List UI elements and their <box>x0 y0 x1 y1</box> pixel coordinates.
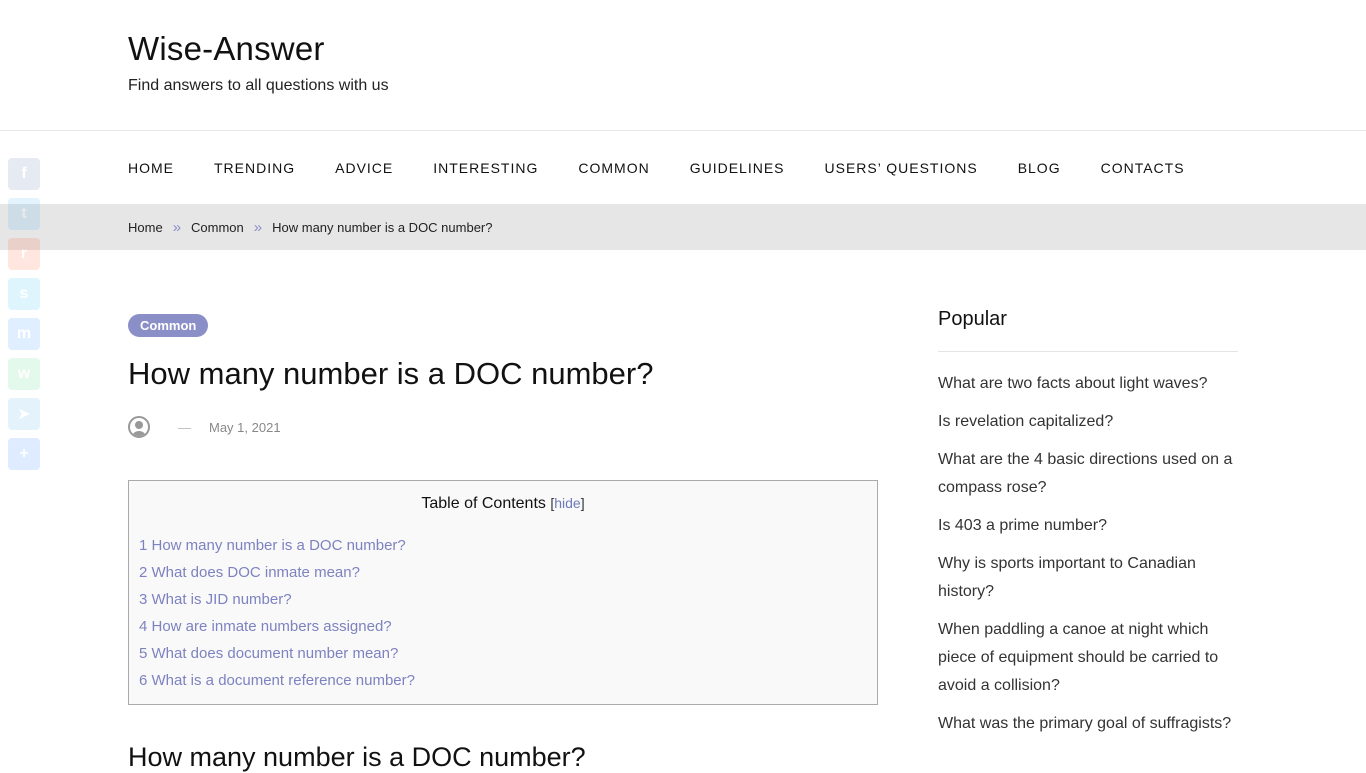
sidebar: Popular What are two facts about light w… <box>938 308 1238 748</box>
breadcrumb: Home » Common » How many number is a DOC… <box>128 204 492 250</box>
table-of-contents: Table of Contents [hide] 1 How many numb… <box>128 480 878 705</box>
reddit-icon[interactable]: r <box>8 238 40 270</box>
toc-hide-link[interactable]: hide <box>554 495 580 511</box>
toc-item[interactable]: 5 What does document number mean? <box>139 643 415 670</box>
site-header: Wise-Answer Find answers to all question… <box>0 0 1366 130</box>
nav-item-interesting[interactable]: INTERESTING <box>433 160 538 176</box>
nav-item-advice[interactable]: ADVICE <box>335 160 393 176</box>
section-heading: How many number is a DOC number? <box>128 742 586 772</box>
facebook-icon[interactable]: f <box>8 158 40 190</box>
toc-bracket-close: ] <box>580 495 585 511</box>
popular-item[interactable]: Is revelation capitalized? <box>938 408 1238 436</box>
site-title[interactable]: Wise-Answer <box>128 30 325 68</box>
nav-item-home[interactable]: HOME <box>128 160 174 176</box>
toc-item[interactable]: 1 How many number is a DOC number? <box>139 535 415 562</box>
whatsapp-icon[interactable]: w <box>8 358 40 390</box>
post-title: How many number is a DOC number? <box>128 356 654 391</box>
messenger-icon[interactable]: m <box>8 318 40 350</box>
nav-item-trending[interactable]: TRENDING <box>214 160 295 176</box>
nav-item-guidelines[interactable]: GUIDELINES <box>690 160 785 176</box>
post-date[interactable]: May 1, 2021 <box>209 420 281 435</box>
telegram-icon[interactable]: ➤ <box>8 398 40 430</box>
breadcrumb-bar: Home » Common » How many number is a DOC… <box>0 204 1366 250</box>
meta-dash: — <box>178 419 191 435</box>
toc-item[interactable]: 2 What does DOC inmate mean? <box>139 562 415 589</box>
breadcrumb-category[interactable]: Common <box>191 220 244 235</box>
sidebar-title: Popular <box>938 308 1238 352</box>
category-badge[interactable]: Common <box>128 314 209 337</box>
popular-item[interactable]: What are two facts about light waves? <box>938 370 1238 398</box>
twitter-icon[interactable]: t <box>8 198 40 230</box>
popular-item[interactable]: What was the primary goal of suffragists… <box>938 710 1238 738</box>
nav-item-users-questions[interactable]: USERS’ QUESTIONS <box>825 160 978 176</box>
share-bar: f t r s m w ➤ + <box>8 158 40 478</box>
skype-icon[interactable]: s <box>8 278 40 310</box>
breadcrumb-separator-icon: » <box>253 218 263 236</box>
breadcrumb-home[interactable]: Home <box>128 220 163 235</box>
popular-list: What are two facts about light waves? Is… <box>938 370 1238 738</box>
author-avatar-icon[interactable] <box>128 416 150 438</box>
popular-item[interactable]: Is 403 a prime number? <box>938 512 1238 540</box>
toc-title: Table of Contents <box>421 495 546 512</box>
toc-item[interactable]: 3 What is JID number? <box>139 589 415 616</box>
toc-item[interactable]: 6 What is a document reference number? <box>139 670 415 697</box>
nav-item-blog[interactable]: BLOG <box>1018 160 1061 176</box>
breadcrumb-separator-icon: » <box>172 218 182 236</box>
breadcrumb-current: How many number is a DOC number? <box>272 219 493 235</box>
post-meta: — May 1, 2021 <box>128 415 281 439</box>
popular-item[interactable]: When paddling a canoe at night which pie… <box>938 616 1238 700</box>
site-tagline: Find answers to all questions with us <box>128 77 389 94</box>
popular-item[interactable]: What are the 4 basic directions used on … <box>938 446 1238 502</box>
nav-item-contacts[interactable]: CONTACTS <box>1101 160 1185 176</box>
toc-item[interactable]: 4 How are inmate numbers assigned? <box>139 616 415 643</box>
popular-item[interactable]: Why is sports important to Canadian hist… <box>938 550 1238 606</box>
main-navigation: HOME TRENDING ADVICE INTERESTING COMMON … <box>0 130 1366 204</box>
nav-item-common[interactable]: COMMON <box>578 160 649 176</box>
share-plus-icon[interactable]: + <box>8 438 40 470</box>
